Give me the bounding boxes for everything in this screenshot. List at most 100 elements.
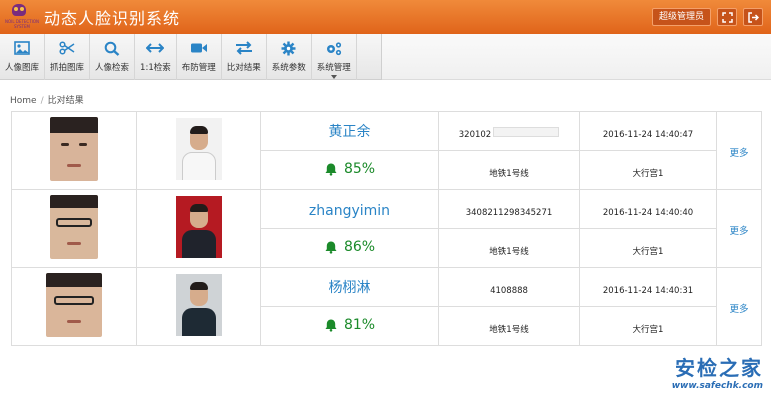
capture-time: 2016-11-24 14:40:47 <box>602 129 694 140</box>
metro-line: 地铁1号线 <box>489 246 529 257</box>
fullscreen-button[interactable] <box>717 8 737 26</box>
table-row: zhangyimin 3408211298345271 2016-11-24 1… <box>11 189 762 268</box>
gears-icon <box>326 41 341 55</box>
metro-line-cell: 地铁1号线 <box>438 150 580 190</box>
app-title: 动态人脸识别系统 <box>44 9 181 28</box>
search-icon <box>104 41 120 56</box>
header-actions: 超级管理员 <box>651 8 763 26</box>
main-toolbar: 人像图库 抓拍图库 人像检索 1:1检索 布防管理 比对结果 系统参数 系统管理 <box>0 34 382 80</box>
metro-line-cell: 地铁1号线 <box>438 306 580 346</box>
library-photo-thumbnail[interactable] <box>175 117 222 180</box>
breadcrumb: Home / 比对结果 <box>10 96 84 106</box>
captured-face-cell <box>11 189 137 268</box>
captured-face-thumbnail[interactable] <box>46 272 102 337</box>
more-link[interactable]: 更多 <box>729 148 748 159</box>
similarity-score-cell: 86% <box>260 228 439 268</box>
similarity-score-cell: 85% <box>260 150 439 190</box>
location-cell: 大行宫1 <box>579 228 717 268</box>
masked-id-field <box>493 127 560 137</box>
more-cell: 更多 <box>716 267 762 346</box>
scissors-icon <box>59 41 75 55</box>
captured-face-cell <box>11 111 137 190</box>
timestamp-cell: 2016-11-24 14:40:47 <box>579 111 717 151</box>
more-cell: 更多 <box>716 189 762 268</box>
tool-system-management-dropdown[interactable]: 系统管理 <box>312 34 357 80</box>
logo-text: NOIL DETECTION SYSTEM <box>5 19 39 29</box>
more-cell: 更多 <box>716 111 762 190</box>
tool-deployment-management[interactable]: 布防管理 <box>177 34 222 80</box>
person-name-cell: 杨栩淋 <box>260 267 439 307</box>
chevron-down-icon <box>330 75 337 79</box>
bell-icon <box>325 163 337 176</box>
bell-icon <box>325 241 337 254</box>
swap-arrows-icon <box>235 41 252 55</box>
timestamp-cell: 2016-11-24 14:40:40 <box>579 189 717 229</box>
person-name-cell: zhangyimin <box>260 189 439 229</box>
location-cell: 大行宫1 <box>579 306 717 346</box>
toolbar-background <box>382 34 771 80</box>
captured-face-cell <box>11 267 137 346</box>
id-number-cell: 320102 <box>438 111 580 151</box>
tool-system-parameters[interactable]: 系统参数 <box>267 34 312 80</box>
metro-line: 地铁1号线 <box>489 324 529 335</box>
watermark-title: 安检之家 <box>675 356 763 380</box>
tool-label: 人像图库 <box>5 63 40 73</box>
id-number: 3408211298345271 <box>465 207 553 218</box>
video-camera-icon <box>190 43 207 53</box>
app-header: NOIL DETECTION SYSTEM 动态人脸识别系统 超级管理员 <box>0 0 771 34</box>
location: 大行宫1 <box>632 324 664 335</box>
site-watermark: 安检之家 www.safechk.com <box>672 352 763 391</box>
location: 大行宫1 <box>632 168 664 179</box>
comparison-results-table: 黄正余 320102 2016-11-24 14:40:47 更多 85% 地铁… <box>11 111 762 346</box>
tool-label: 系统管理 <box>316 63 351 73</box>
similarity-score: 85% <box>343 160 376 177</box>
id-number-cell: 4108888 <box>438 267 580 307</box>
timestamp-cell: 2016-11-24 14:40:31 <box>579 267 717 307</box>
table-row: 黄正余 320102 2016-11-24 14:40:47 更多 <box>11 111 762 190</box>
library-photo-thumbnail[interactable] <box>175 195 222 258</box>
metro-line: 地铁1号线 <box>489 168 529 179</box>
table-row: 杨栩淋 4108888 2016-11-24 14:40:31 更多 <box>11 267 762 346</box>
compare-arrows-icon <box>146 43 165 53</box>
id-number-cell: 3408211298345271 <box>438 189 580 229</box>
tool-label: 布防管理 <box>181 63 216 73</box>
person-name[interactable]: zhangyimin <box>309 203 390 219</box>
tool-label: 系统参数 <box>271 63 306 73</box>
location: 大行宫1 <box>632 246 664 257</box>
captured-face-thumbnail[interactable] <box>50 116 98 181</box>
logout-icon <box>747 11 759 23</box>
tool-comparison-results[interactable]: 比对结果 <box>222 34 267 80</box>
logout-button[interactable] <box>743 8 763 26</box>
person-name-cell: 黄正余 <box>260 111 439 151</box>
tool-label: 1:1检索 <box>140 63 171 73</box>
similarity-score: 86% <box>343 238 376 255</box>
breadcrumb-home-link[interactable]: Home <box>10 96 37 106</box>
similarity-score: 81% <box>343 316 376 333</box>
gear-icon <box>281 41 296 55</box>
watermark-url: www.safechk.com <box>671 381 763 391</box>
id-number: 4108888 <box>490 285 528 296</box>
tool-capture-library[interactable]: 抓拍图库 <box>45 34 91 80</box>
owl-logo-icon <box>12 4 26 16</box>
admin-user-button[interactable]: 超级管理员 <box>651 8 711 26</box>
id-number: 320102 <box>458 129 492 140</box>
metro-line-cell: 地铁1号线 <box>438 228 580 268</box>
fullscreen-icon <box>721 11 733 23</box>
tool-portrait-search[interactable]: 人像检索 <box>90 34 136 80</box>
more-link[interactable]: 更多 <box>729 226 748 237</box>
capture-time: 2016-11-24 14:40:40 <box>602 207 694 218</box>
tool-portrait-library[interactable]: 人像图库 <box>0 34 46 80</box>
image-icon <box>14 41 30 55</box>
capture-time: 2016-11-24 14:40:31 <box>602 285 694 296</box>
app-logo: NOIL DETECTION SYSTEM <box>0 0 39 34</box>
tool-label: 比对结果 <box>226 63 261 73</box>
captured-face-thumbnail[interactable] <box>50 194 98 259</box>
person-name[interactable]: 黄正余 <box>329 124 371 140</box>
similarity-score-cell: 81% <box>260 306 439 346</box>
library-photo-cell <box>136 267 261 346</box>
library-photo-thumbnail[interactable] <box>175 273 222 336</box>
more-link[interactable]: 更多 <box>729 304 748 315</box>
person-name[interactable]: 杨栩淋 <box>329 280 371 296</box>
tool-one-to-one-search[interactable]: 1:1检索 <box>135 34 177 80</box>
bell-icon <box>325 319 337 332</box>
